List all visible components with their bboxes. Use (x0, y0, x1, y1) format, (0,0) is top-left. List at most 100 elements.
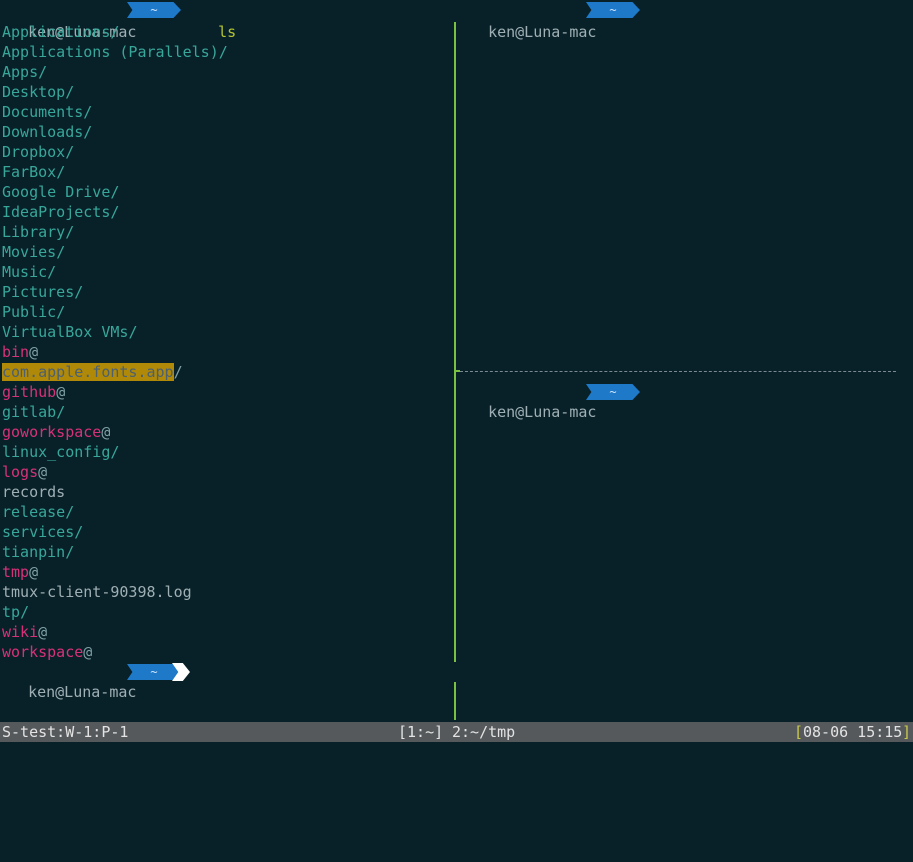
ls-entry[interactable]: gitlab/ (2, 402, 65, 422)
typed-command[interactable]: ls (200, 2, 236, 41)
ls-entry-name: com.apple.fonts.app (2, 363, 174, 381)
ls-entry[interactable]: logs@ (2, 462, 47, 482)
ls-entry-name: Music (2, 263, 48, 281)
ls-entry-suffix: @ (38, 623, 48, 641)
ls-entry[interactable]: tmp@ (2, 562, 38, 582)
ls-entry[interactable]: Documents/ (2, 102, 92, 122)
ls-entry-suffix: / (128, 323, 138, 341)
ls-entry-name: Dropbox (2, 143, 66, 161)
ls-entry-suffix: / (218, 43, 228, 61)
ls-entry-name: Public (2, 303, 57, 321)
ls-entry-suffix: / (83, 103, 93, 121)
ls-entry-name: goworkspace (2, 423, 102, 441)
ls-entry-suffix: / (65, 503, 75, 521)
ls-entry-name: Desktop (2, 83, 66, 101)
ls-entry[interactable]: linux_config/ (2, 442, 119, 462)
ls-entry[interactable]: Downloads/ (2, 122, 92, 142)
ls-entry-name: wiki (2, 623, 39, 641)
ls-entry[interactable]: workspace@ (2, 642, 92, 662)
prompt-dir-segment: ~ (586, 384, 640, 400)
prompt-line-top-right[interactable]: ken@Luna-mac (470, 2, 596, 41)
ls-entry-suffix: @ (101, 423, 111, 441)
ls-entry-name: tianpin (2, 543, 66, 561)
ls-entry-suffix: @ (56, 383, 66, 401)
ls-entry-name: logs (2, 463, 39, 481)
ls-entry-name: Movies (2, 243, 57, 261)
clock-bracket-close: ] (902, 723, 912, 741)
ls-entry-name: github (2, 383, 57, 401)
ls-entry[interactable]: tmux-client-90398.log (2, 582, 192, 602)
ls-entry-name: Applications (Parallels) (2, 43, 219, 61)
ls-entry[interactable]: records (2, 482, 65, 502)
ls-entry[interactable]: Desktop/ (2, 82, 74, 102)
ls-entry[interactable]: Google Drive/ (2, 182, 119, 202)
prompt-host: ken@Luna-mac (488, 403, 597, 421)
pane-separator-horizontal[interactable] (460, 371, 896, 372)
ls-entry-name: tmp (2, 563, 30, 581)
ls-entry-name: services (2, 523, 75, 541)
ls-entry[interactable]: Music/ (2, 262, 56, 282)
ls-entry-name: Apps (2, 63, 39, 81)
ls-entry-suffix: / (110, 183, 120, 201)
ls-entry-suffix: / (74, 523, 84, 541)
pane-separator-vertical-lower[interactable] (454, 682, 456, 720)
prompt-line-bottom-right[interactable]: ken@Luna-mac (470, 382, 596, 421)
ls-entry[interactable]: Applications/ (2, 22, 119, 42)
ls-entry[interactable]: github@ (2, 382, 65, 402)
ls-entry[interactable]: wiki@ (2, 622, 47, 642)
ls-entry-name: gitlab (2, 403, 57, 421)
ls-entry[interactable]: Dropbox/ (2, 142, 74, 162)
prompt-line-left: ken@Luna-mac (10, 2, 136, 41)
ls-entry-name: IdeaProjects (2, 203, 111, 221)
ls-entry[interactable]: Applications (Parallels)/ (2, 42, 228, 62)
ls-entry[interactable]: Apps/ (2, 62, 47, 82)
ls-entry-suffix: @ (29, 563, 39, 581)
ls-entry[interactable]: tianpin/ (2, 542, 74, 562)
ls-entry-name: FarBox (2, 163, 57, 181)
ls-entry-suffix: / (110, 23, 120, 41)
ls-entry[interactable]: Movies/ (2, 242, 65, 262)
tmux-status-bar: S-test:W-1:P-1 [1:~] 2:~/tmp [ 08-06 15:… (0, 722, 913, 742)
ls-entry[interactable]: Public/ (2, 302, 65, 322)
ls-entry[interactable]: goworkspace@ (2, 422, 110, 442)
pane-separator-vertical[interactable] (454, 22, 456, 662)
ls-entry[interactable]: services/ (2, 522, 83, 542)
prompt-dir-segment: ~ (127, 2, 181, 18)
ls-entry[interactable]: IdeaProjects/ (2, 202, 119, 222)
ls-entry-name: workspace (2, 643, 84, 661)
window-tab-active[interactable]: [1:~] (398, 722, 443, 742)
ls-entry[interactable]: FarBox/ (2, 162, 65, 182)
ls-entry-suffix: / (20, 603, 30, 621)
ls-entry[interactable]: tp/ (2, 602, 29, 622)
ls-entry-suffix: / (56, 303, 66, 321)
ls-entry-suffix: / (110, 443, 120, 461)
prompt-line-bottom-left: ken@Luna-mac (10, 662, 136, 701)
ls-entry-name: bin (2, 343, 30, 361)
ls-entry-suffix: / (74, 283, 84, 301)
ls-entry[interactable]: com.apple.fonts.app/ (2, 362, 183, 382)
ls-entry-name: Applications (2, 23, 111, 41)
ls-entry[interactable]: release/ (2, 502, 74, 522)
ls-entry[interactable]: bin@ (2, 342, 38, 362)
ls-entry-name: release (2, 503, 66, 521)
ls-entry-suffix: / (56, 243, 66, 261)
ls-entry[interactable]: Pictures/ (2, 282, 83, 302)
ls-entry-name: Documents (2, 103, 84, 121)
ls-entry-name: tp (2, 603, 21, 621)
ls-entry-name: Pictures (2, 283, 75, 301)
ls-entry-suffix: / (65, 143, 75, 161)
clock: 08-06 15:15 (803, 723, 903, 741)
ls-entry[interactable]: VirtualBox VMs/ (2, 322, 137, 342)
ls-entry-suffix: / (65, 223, 75, 241)
ls-entry-suffix: / (65, 83, 75, 101)
ls-entry-suffix: / (110, 203, 120, 221)
ls-entry-name: Google Drive (2, 183, 111, 201)
ls-entry-name: records (2, 483, 66, 501)
session-label: S-test:W-1:P-1 (2, 723, 129, 741)
ls-entry-name: Library (2, 223, 66, 241)
command-text: ls (218, 23, 237, 41)
ls-entry[interactable]: Library/ (2, 222, 74, 242)
window-tab-2[interactable]: 2:~/tmp (452, 722, 515, 742)
ls-entry-suffix: / (173, 363, 183, 381)
ls-entry-suffix: / (56, 163, 66, 181)
